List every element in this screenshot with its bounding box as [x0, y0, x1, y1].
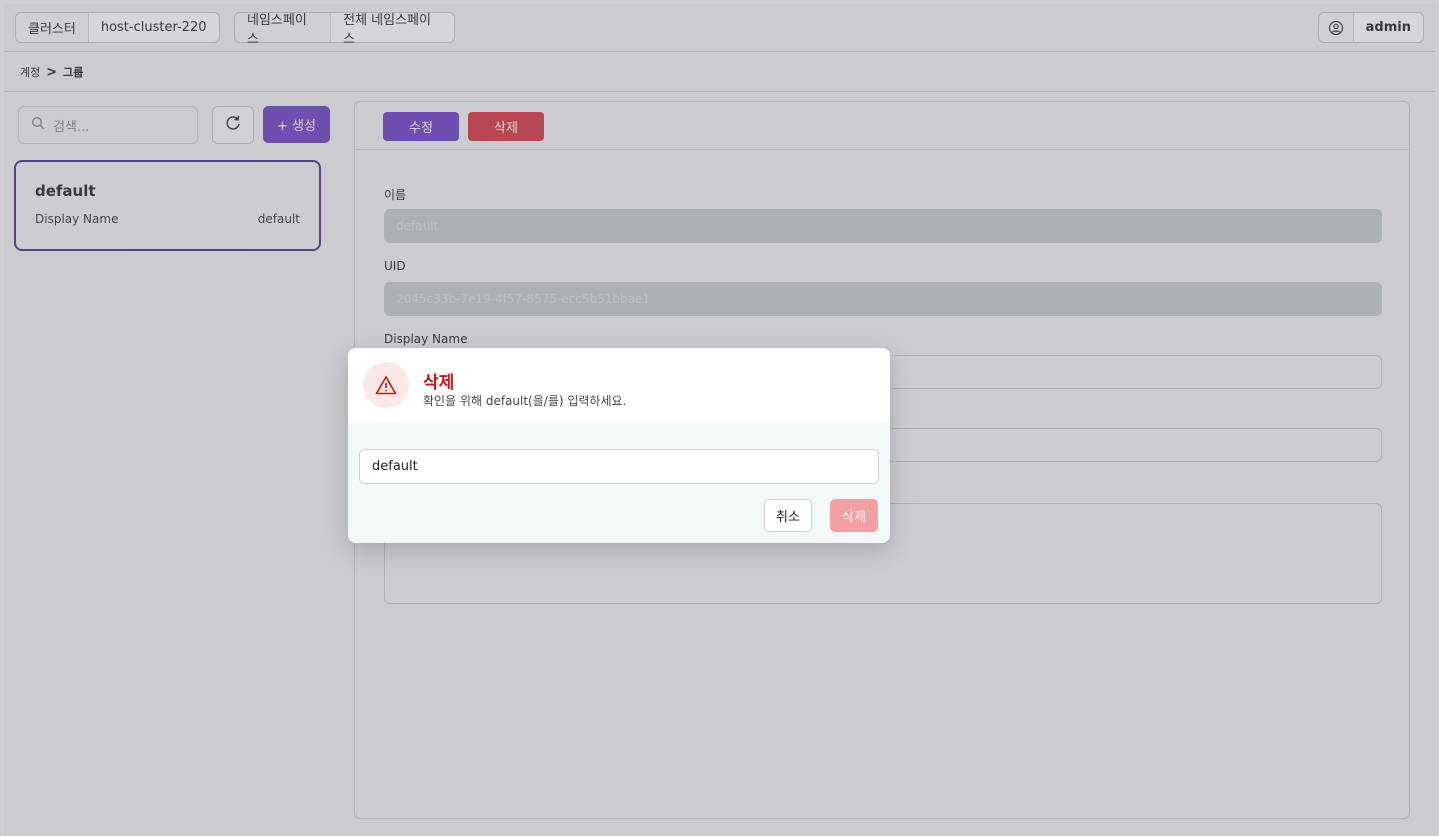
dialog-header: 삭제 확인을 위해 default(을/를) 입력하세요.: [348, 348, 890, 423]
delete-confirm-dialog: 삭제 확인을 위해 default(을/를) 입력하세요. default 취소…: [348, 348, 890, 543]
confirm-delete-button[interactable]: 삭제: [830, 499, 878, 532]
confirm-name-input[interactable]: default: [359, 449, 879, 484]
app-page: 클러스터 host-cluster-220 네임스페이스 전체 네임스페이스 a…: [4, 4, 1435, 836]
dialog-title: 삭제: [423, 373, 455, 393]
cancel-button[interactable]: 취소: [764, 499, 812, 532]
dialog-message: 확인을 위해 default(을/를) 입력하세요.: [423, 394, 627, 408]
dialog-body: default 취소 삭제: [348, 423, 890, 543]
warning-icon: [363, 362, 409, 408]
